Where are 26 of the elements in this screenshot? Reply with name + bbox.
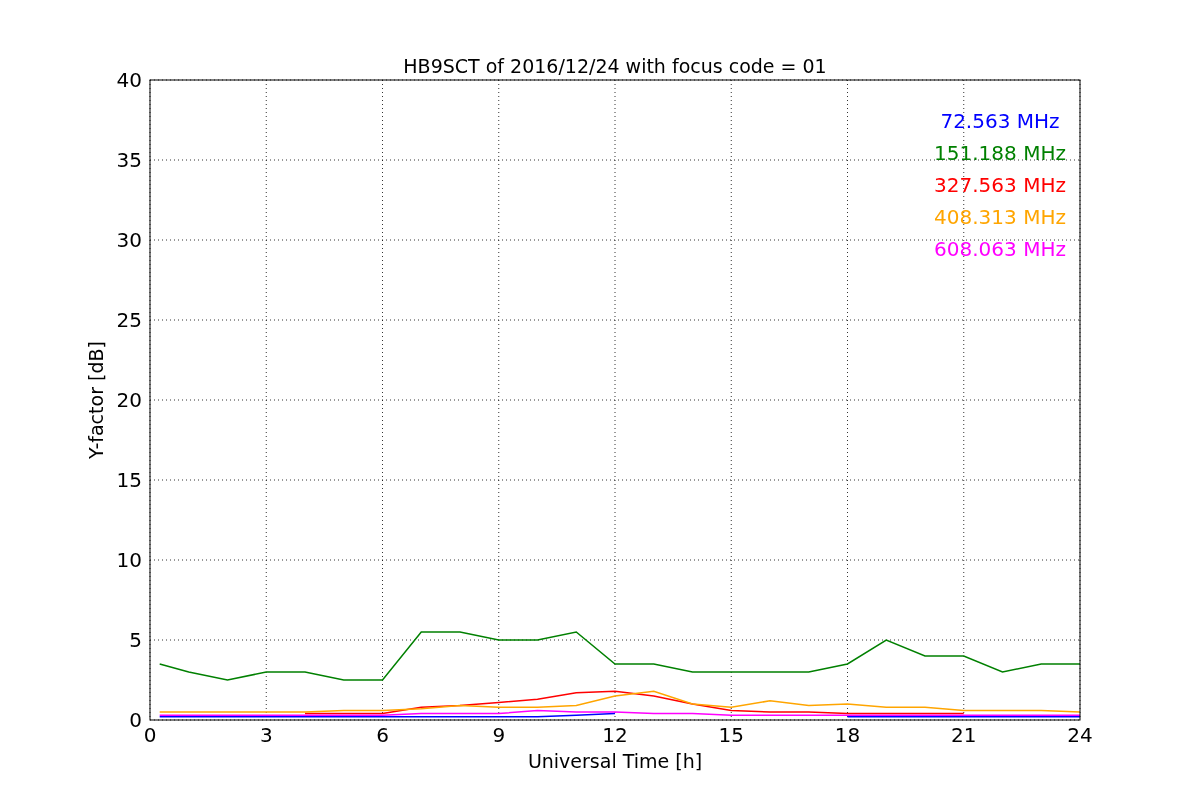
- legend-label: 151.188 MHz: [934, 141, 1066, 165]
- y-axis-label: Y-factor [dB]: [85, 341, 107, 459]
- tick-label: 30: [116, 228, 142, 252]
- legend-label: 408.313 MHz: [934, 205, 1066, 229]
- tick-label: 21: [951, 723, 977, 747]
- tick-label: 15: [718, 723, 744, 747]
- tick-label: 24: [1067, 723, 1093, 747]
- tick-label: 25: [116, 308, 142, 332]
- chart-title: HB9SCT of 2016/12/24 with focus code = 01: [403, 55, 827, 77]
- tick-label: 35: [116, 148, 142, 172]
- tick-label: 12: [602, 723, 628, 747]
- x-axis-label: Universal Time [h]: [527, 750, 703, 772]
- tick-label: 6: [376, 723, 389, 747]
- tick-label: 3: [259, 723, 273, 747]
- tick-label: 10: [116, 548, 142, 572]
- tick-label: 15: [116, 468, 142, 492]
- tick-label: 0: [129, 708, 142, 732]
- tick-label: 40: [116, 68, 142, 92]
- legend-label: 72.563 MHz: [940, 109, 1060, 133]
- tick-label: 5: [129, 628, 142, 652]
- legend-label: 608.063 MHz: [934, 237, 1066, 261]
- tick-label: 9: [492, 723, 506, 747]
- legend-label: 327.563 MHz: [934, 173, 1066, 197]
- tick-label: 18: [834, 723, 861, 747]
- tick-label: 0: [143, 723, 157, 747]
- tick-label: 20: [116, 388, 142, 412]
